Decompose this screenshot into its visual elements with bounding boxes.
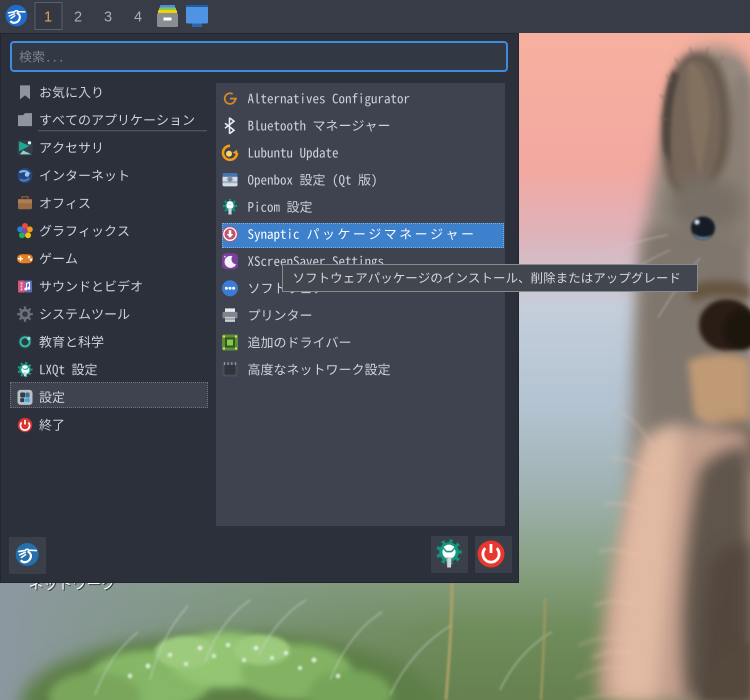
svg-text:1: 1 — [44, 10, 52, 26]
svg-text:4: 4 — [134, 10, 142, 26]
svg-text:2: 2 — [74, 10, 82, 26]
svg-text:3: 3 — [104, 10, 112, 26]
